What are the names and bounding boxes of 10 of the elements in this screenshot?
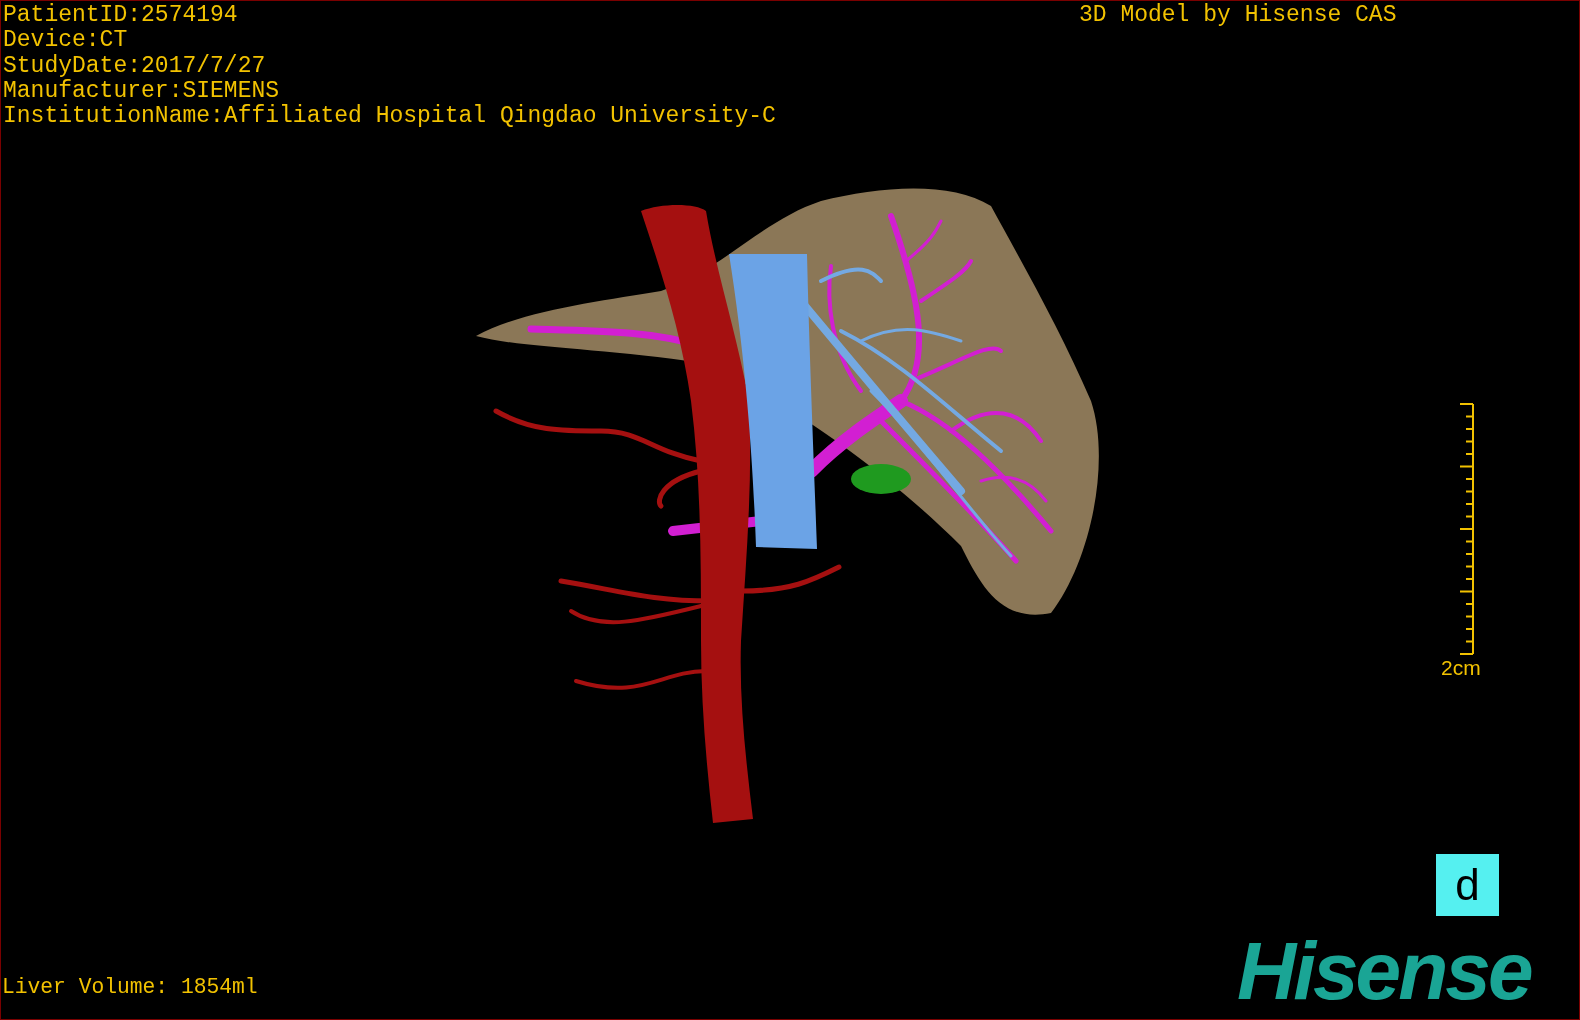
logo: Hisense (1237, 929, 1531, 1013)
orientation-marker: d (1436, 854, 1499, 916)
study-info-line: InstitutionName:Affiliated Hospital Qingdao University-C (3, 104, 776, 130)
study-info-line: PatientID:2574194 (3, 3, 239, 28)
study-info-line: Manufacturer:SIEMENS (3, 78, 281, 104)
study-info-line: Device:CT (3, 28, 129, 54)
scale-label: 2cm (1441, 657, 1481, 679)
model-credit: 3D Model by Hisense CAS (1079, 3, 1397, 28)
liver-volume: Liver Volume: 1854ml (2, 975, 258, 1000)
study-info-line: StudyDate:2017/7/27 (3, 53, 267, 79)
